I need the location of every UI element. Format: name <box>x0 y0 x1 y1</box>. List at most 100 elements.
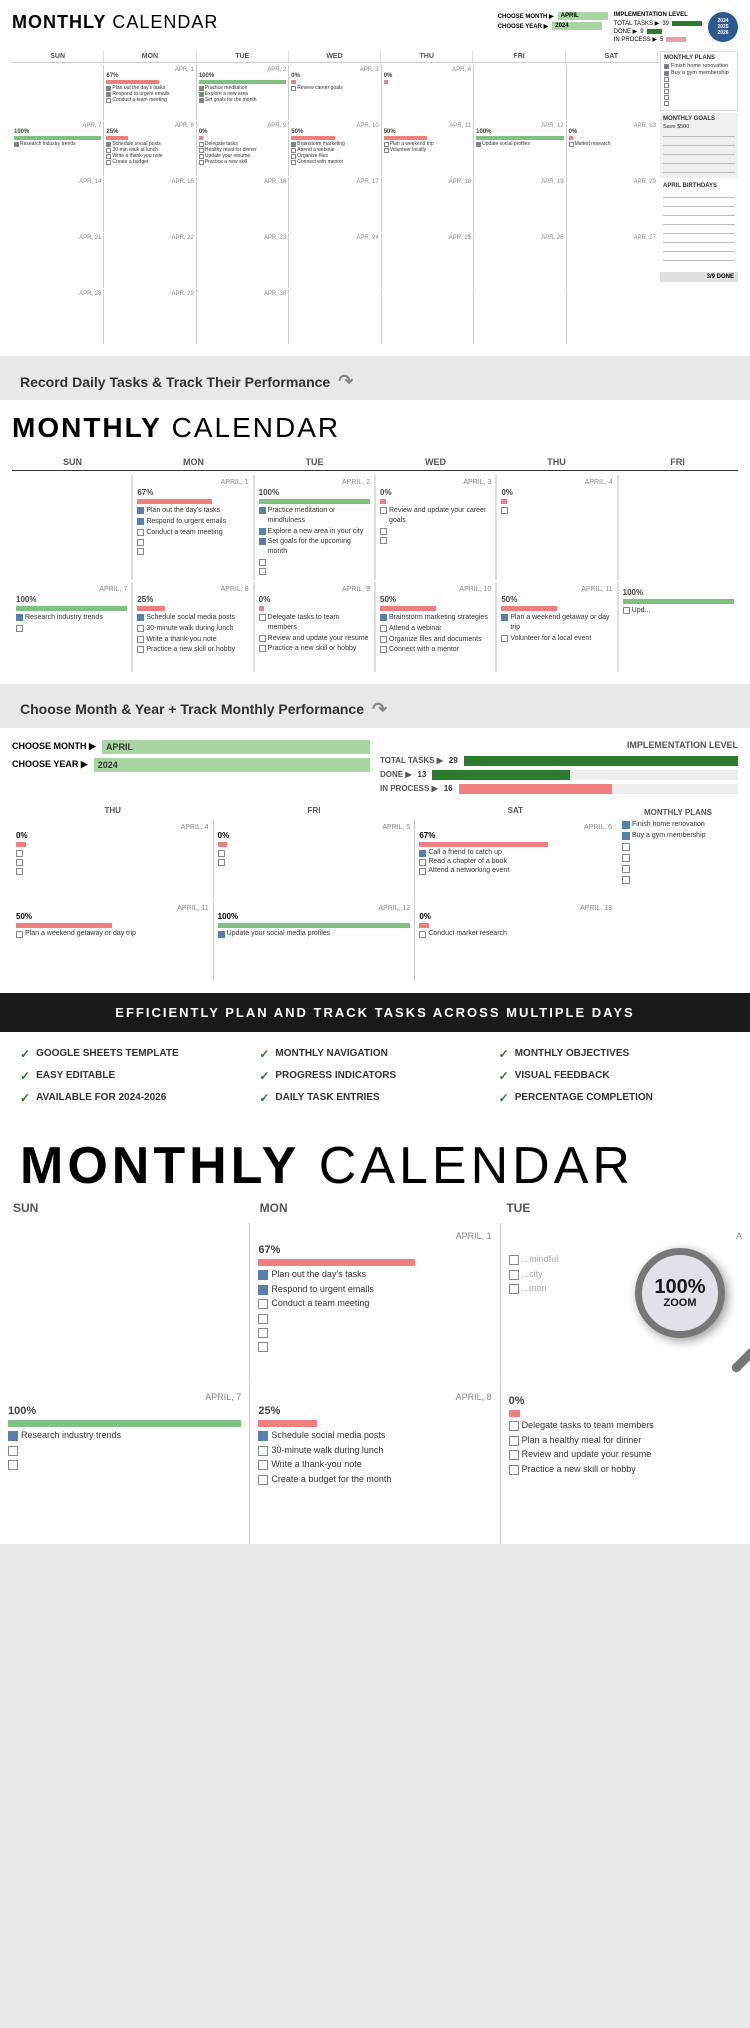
zoomed-title-normal: CALENDAR <box>162 412 340 443</box>
plans-checkbox-1[interactable] <box>622 821 630 829</box>
big-task: Create a budget for the month <box>258 1474 491 1486</box>
z-cell-apr3: APRIL, 3 0% Review and update your caree… <box>376 475 495 580</box>
z-cell-apr8: APRIL, 8 25% Schedule social media posts… <box>133 582 252 672</box>
divider-2: Choose Month & Year + Track Monthly Perf… <box>0 684 750 728</box>
week-3: APR, 14 APR, 15 APR, 16 APR, 17 APR, 18 … <box>12 177 658 232</box>
z-task: Practice meditation or mindfulness <box>259 506 370 526</box>
partial-headers: THU FRI SAT <box>12 804 616 817</box>
goals-line-5 <box>663 166 735 173</box>
big-title: MONTHLY CALENDAR <box>0 1120 750 1197</box>
big-hdr-tue: TUE <box>498 1197 745 1219</box>
z-task <box>16 624 127 632</box>
month-bar[interactable]: APRIL <box>558 12 608 20</box>
feature-5: ✓ PROGRESS INDICATORS <box>259 1069 490 1083</box>
chooser-month-label: CHOOSE MONTH ▶ <box>12 741 96 752</box>
divider-1: Record Daily Tasks & Track Their Perform… <box>0 356 750 400</box>
hdr-mon: MON <box>104 51 196 62</box>
chooser-month-bar[interactable]: APRIL <box>102 740 370 754</box>
feature-3: ✓ MONTHLY OBJECTIVES <box>499 1047 730 1061</box>
cell-apr21: APR, 21 <box>12 233 103 288</box>
partial-week-2: APRIL, 11 50% Plan a weekend getaway or … <box>12 901 616 981</box>
plans-checkbox-2[interactable] <box>622 832 630 840</box>
cell-apr10: APR, 10 50% Brainstorm marketing Attend … <box>289 121 380 176</box>
z-task: Delegate tasks to team members <box>259 613 370 633</box>
pct-bar <box>380 499 386 504</box>
cell-apr7: APR, 7 100% Research industry trends <box>12 121 103 176</box>
feature-4-text: EASY EDITABLE <box>36 1070 115 1081</box>
big-cell-empty <box>0 1223 249 1383</box>
cell-apr27: APR, 27 <box>567 233 658 288</box>
impl-label: IMPLEMENTATION LEVEL <box>614 12 702 18</box>
task: Create a budget <box>106 159 193 165</box>
pct-bar <box>106 136 128 140</box>
day-headers: SUN MON TUE WED THU FRI SAT <box>12 51 658 63</box>
s3-inprocess-bar <box>459 784 613 794</box>
z-task: Plan a weekend getaway or day trip <box>501 613 612 633</box>
birthdays-title: APRIL BIRTHDAYS <box>663 183 735 189</box>
chooser-selectors: CHOOSE MONTH ▶ APRIL CHOOSE YEAR ▶ 2024 <box>12 740 370 794</box>
pct-bar <box>199 80 286 84</box>
p-task <box>16 867 209 875</box>
year-bar[interactable]: 2024 <box>552 22 602 30</box>
z-task: Plan out the day's tasks <box>137 506 248 516</box>
s3-done-row: DONE ▶ 13 <box>380 770 738 780</box>
pct-bar <box>419 842 548 847</box>
cell-empty-5 <box>474 65 565 120</box>
years-badge: 2024 2025 2026 <box>708 12 738 42</box>
check-icon-5: ✓ <box>259 1069 269 1083</box>
total-tasks-value: 39 <box>662 21 669 27</box>
z-cell-apr9: APRIL, 9 0% Delegate tasks to team membe… <box>255 582 374 672</box>
p-task: Call a friend to catch up <box>419 849 612 857</box>
p-task: Update your social media profiles <box>218 930 411 938</box>
task: Connect with mentor <box>291 159 378 165</box>
arrow-icon-2: ↷ <box>372 699 387 720</box>
pct-bar <box>291 80 295 84</box>
plans-sidebar: MONTHLY PLANS Finish home renovation Buy… <box>618 804 738 981</box>
birthday-line-7 <box>663 245 735 252</box>
arrow-icon: ↷ <box>338 371 353 392</box>
magnifier-wrapper: 100% ZOOM <box>635 1248 745 1358</box>
p-hdr-thu: THU <box>12 804 213 817</box>
partial-calendar: THU FRI SAT APRIL, 4 0% APRIL, 5 0% <box>12 804 738 981</box>
goals-title: MONTHLY GOALS <box>663 116 735 122</box>
p-cell-apr12: APRIL, 12 100% Update your social media … <box>214 901 415 981</box>
big-task <box>258 1341 491 1352</box>
calendar-main: SUN MON TUE WED THU FRI SAT APR, 1 67% P… <box>12 51 658 344</box>
big-task: Plan a healthy meal for dinner <box>509 1435 742 1447</box>
z-cell-apr2: APRIL, 2 100% Practice meditation or min… <box>255 475 374 580</box>
plans-title: MONTHLY PLANS <box>622 808 734 817</box>
pct-bar <box>259 606 265 611</box>
pct-bar <box>258 1259 414 1266</box>
p-task <box>218 849 411 857</box>
stats-column: IMPLEMENTATION LEVEL TOTAL TASKS ▶ 39 DO… <box>614 12 702 43</box>
task: Update social profiles <box>476 141 563 147</box>
zoomed-title-bold: MONTHLY <box>12 412 162 443</box>
big-task: Research industry trends <box>8 1430 241 1442</box>
big-task: Conduct a team meeting <box>258 1298 491 1310</box>
pct-bar <box>218 842 228 847</box>
feature-8: ✓ DAILY TASK ENTRIES <box>259 1091 490 1105</box>
pct-bar <box>384 136 428 140</box>
s3-inprocess-value: 16 <box>444 784 453 793</box>
cell-apr13: APR, 13 0% Market research <box>567 121 658 176</box>
cell-apr28: APR, 28 <box>12 289 103 344</box>
big-task: Plan out the day's tasks <box>258 1269 491 1281</box>
partial-week-1: APRIL, 4 0% APRIL, 5 0% APRIL, 6 67% <box>12 820 616 900</box>
month-value: APRIL <box>561 13 579 19</box>
chooser-year-bar[interactable]: 2024 <box>94 758 370 772</box>
pct-bar <box>8 1420 241 1427</box>
feature-6-text: VISUAL FEEDBACK <box>515 1070 610 1081</box>
chooser-year-row: CHOOSE YEAR ▶ 2024 <box>12 758 370 772</box>
p-task <box>16 858 209 866</box>
cell-apr17: APR, 17 <box>289 177 380 232</box>
big-cell-apr2: A ...mindful ...city ...mon 100% ZOOM <box>501 1223 750 1383</box>
big-task: Respond to urgent emails <box>258 1284 491 1296</box>
plan-item-1: Finish home renovation <box>664 63 734 69</box>
section-2-calendar: MONTHLY CALENDAR SUN MON TUE WED THU FRI… <box>0 400 750 684</box>
feature-1: ✓ GOOGLE SHEETS TEMPLATE <box>20 1047 251 1061</box>
s3-done-bar <box>432 770 570 780</box>
pct-bar <box>419 923 429 928</box>
monthly-plans-section: MONTHLY PLANS Finish home renovation Buy… <box>660 51 738 111</box>
z-cell-empty <box>12 475 131 580</box>
z-task: Connect with a mentor <box>380 645 491 655</box>
